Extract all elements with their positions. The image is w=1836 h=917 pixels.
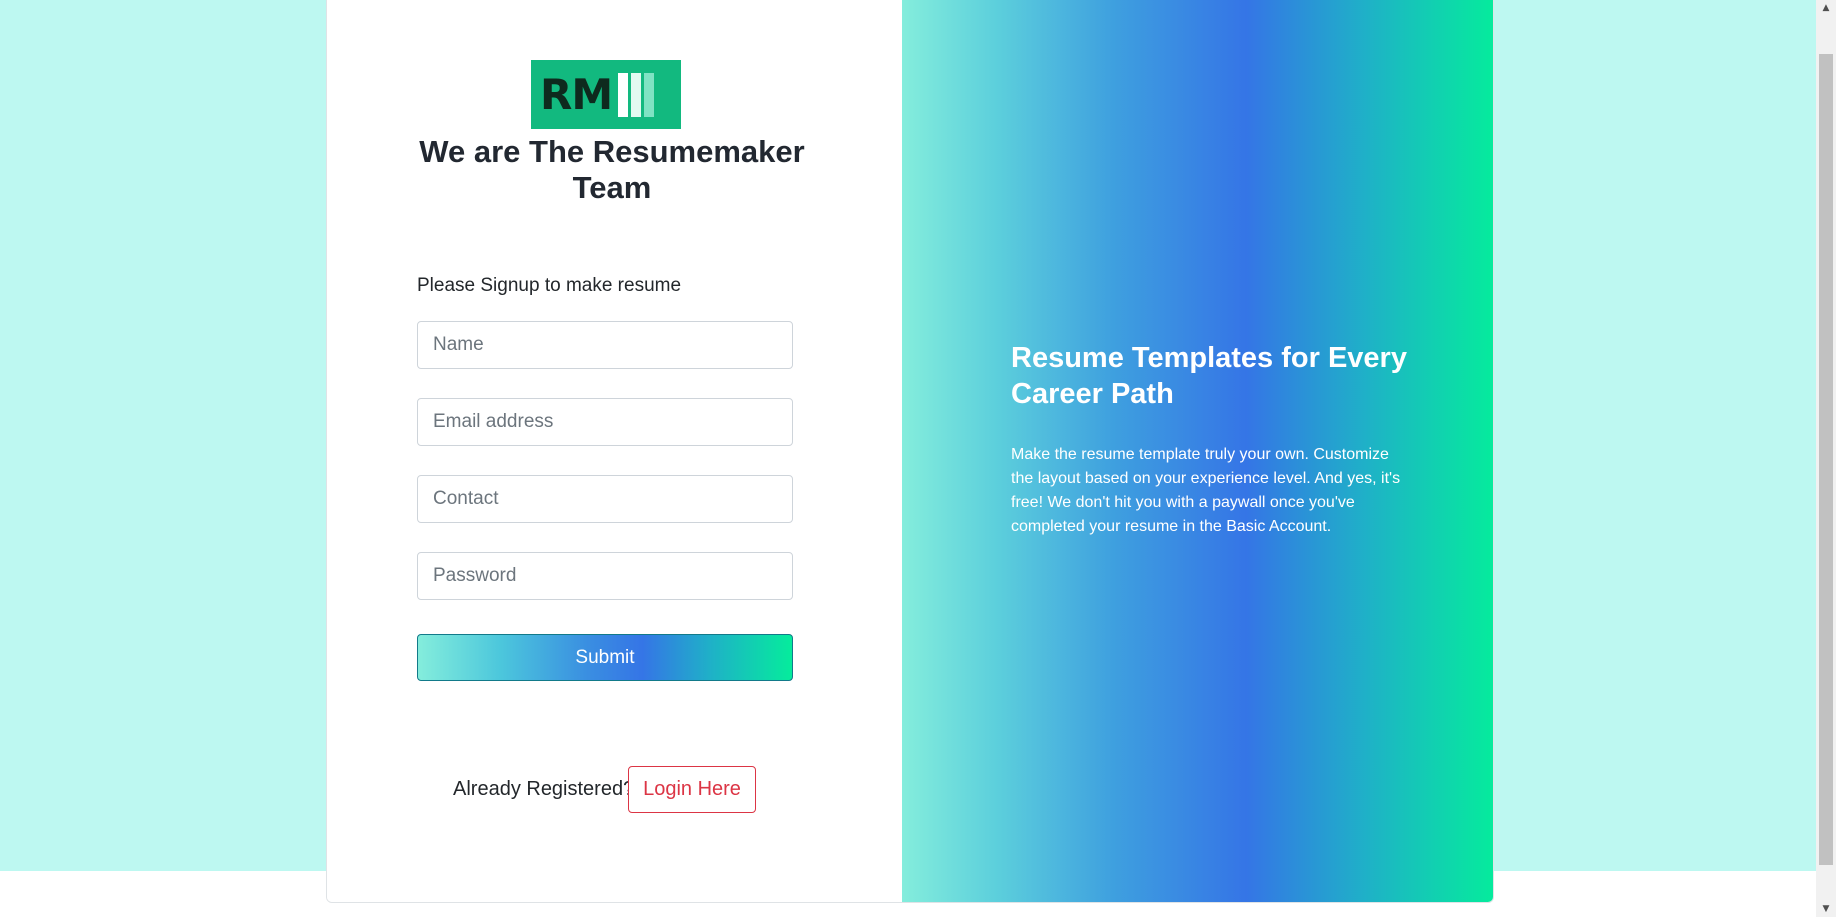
logo-bar: [631, 72, 642, 117]
name-input[interactable]: [417, 321, 793, 369]
contact-input[interactable]: [417, 475, 793, 523]
promo-title: Resume Templates for Every Career Path: [1011, 342, 1407, 410]
team-title: We are The Resumemaker Team: [419, 134, 805, 205]
logo-bar: [644, 72, 655, 117]
email-input[interactable]: [417, 398, 793, 446]
scroll-up-arrow-icon[interactable]: ▲: [1816, 0, 1836, 16]
promo-pane: Resume Templates for Every Career Path M…: [902, 0, 1493, 902]
promo-text: Make the resume template truly your own.…: [1011, 446, 1401, 535]
signup-card: RM We are The Resumemaker Team Please Si…: [326, 0, 1494, 903]
vertical-scrollbar[interactable]: ▲ ▼: [1816, 0, 1836, 917]
submit-button[interactable]: Submit: [417, 634, 793, 681]
signup-prompt: Please Signup to make resume: [417, 275, 682, 296]
signup-pane: RM We are The Resumemaker Team Please Si…: [327, 0, 902, 902]
resumemaker-logo: RM: [531, 60, 681, 129]
scrollbar-thumb[interactable]: [1819, 54, 1833, 865]
logo-bar: [618, 72, 629, 117]
logo-bars-icon: [618, 72, 657, 117]
scroll-down-arrow-icon[interactable]: ▼: [1816, 901, 1836, 917]
logo-text: RM: [540, 69, 613, 119]
password-input[interactable]: [417, 552, 793, 600]
login-here-button[interactable]: Login Here: [628, 766, 756, 813]
already-registered-text: Already Registered?: [453, 778, 635, 800]
